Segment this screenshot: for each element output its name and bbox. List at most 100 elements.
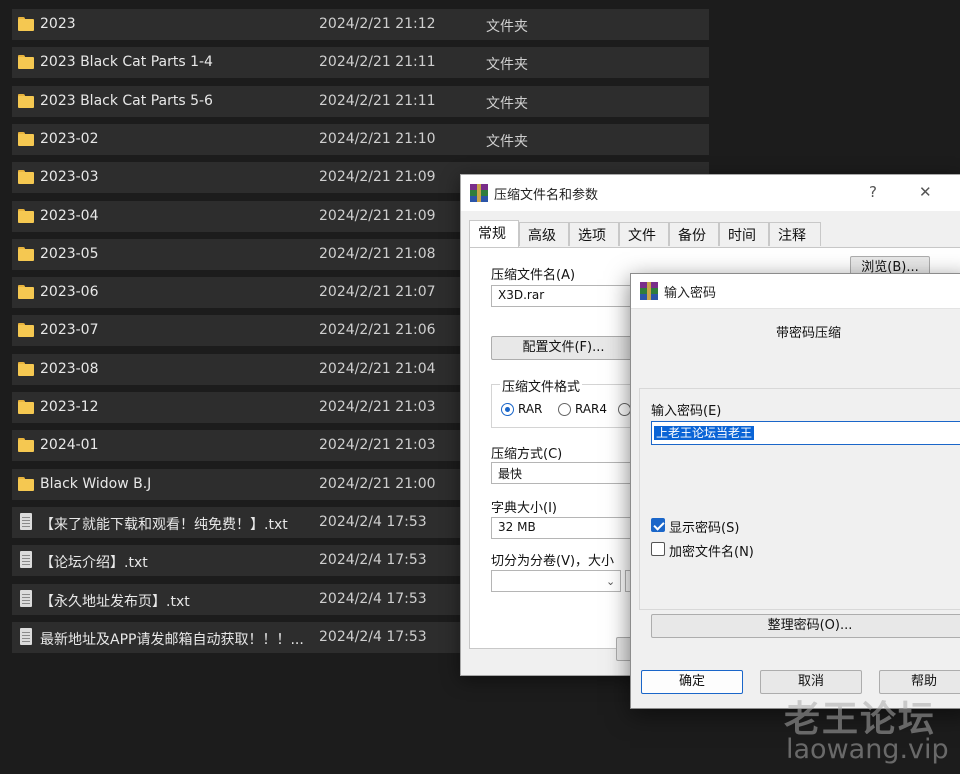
item-name: 【永久地址发布页】.txt [40, 594, 190, 610]
item-date: 2024/2/4 17:53 [319, 629, 427, 645]
folder-icon [18, 17, 34, 31]
archive-dialog-titlebar[interactable]: 压缩文件名和参数 ? ✕ [461, 175, 960, 211]
password-input-text: 上老王论坛当老王 [654, 426, 755, 440]
profile-button[interactable]: 配置文件(F)... [491, 336, 636, 360]
folder-icon [18, 132, 34, 146]
folder-icon [18, 94, 34, 108]
folder-icon [18, 55, 34, 69]
tab-backup[interactable]: 备份 [669, 222, 719, 246]
tab-options[interactable]: 选项 [569, 222, 619, 246]
archive-name-input[interactable]: X3D.rar [491, 285, 651, 307]
item-date: 2024/2/21 21:11 [319, 54, 436, 70]
item-date: 2024/2/21 21:08 [319, 246, 436, 262]
chevron-down-icon[interactable]: ⌄ [606, 575, 615, 588]
item-name: 2023 Black Cat Parts 5-6 [40, 93, 213, 109]
password-label: 输入密码(E) [651, 404, 722, 419]
item-name: 2023-05 [40, 246, 99, 262]
password-heading: 带密码压缩 [776, 326, 842, 341]
split-volume-select[interactable] [491, 570, 621, 592]
password-input[interactable]: 上老王论坛当老王 [651, 421, 960, 445]
folder-icon [18, 323, 34, 337]
archive-name-label: 压缩文件名(A) [491, 268, 576, 283]
item-name: 2023-02 [40, 131, 99, 147]
item-name: 2023-03 [40, 169, 99, 185]
item-date: 2024/2/21 21:03 [319, 399, 436, 415]
folder-row[interactable]: 2023 Black Cat Parts 1-4 2024/2/21 21:11 文… [12, 47, 709, 78]
item-date: 2024/2/4 17:53 [319, 591, 427, 607]
item-date: 2024/2/21 21:09 [319, 208, 436, 224]
ok-button[interactable]: 确定 [641, 670, 743, 694]
item-name: Black Widow B.J [40, 476, 152, 492]
format-rar-label: RAR [518, 402, 543, 416]
item-name: 2023 Black Cat Parts 1-4 [40, 54, 213, 70]
winrar-icon [640, 282, 658, 300]
dict-label: 字典大小(I) [491, 501, 557, 516]
folder-icon [18, 170, 34, 184]
folder-icon [18, 438, 34, 452]
show-password-checkbox[interactable] [651, 518, 665, 532]
show-password-label: 显示密码(S) [669, 521, 740, 536]
text-file-icon [20, 590, 32, 607]
tab-advanced[interactable]: 高级 [519, 222, 569, 246]
item-date: 2024/2/21 21:00 [319, 476, 436, 492]
item-name: 2023-07 [40, 322, 99, 338]
folder-icon [18, 209, 34, 223]
close-icon[interactable]: ✕ [919, 183, 932, 201]
item-date: 2024/2/4 17:53 [319, 514, 427, 530]
item-name: 2023-04 [40, 208, 99, 224]
item-type: 文件夹 [486, 57, 528, 73]
folder-icon [18, 285, 34, 299]
format-rar4-label: RAR4 [575, 402, 608, 416]
folder-row[interactable]: 2023 2024/2/21 21:12 文件夹 [12, 9, 709, 40]
item-type: 文件夹 [486, 134, 528, 150]
password-dialog-titlebar[interactable]: 输入密码 [631, 274, 960, 309]
encrypt-names-label: 加密文件名(N) [669, 545, 754, 560]
encrypt-names-checkbox[interactable] [651, 542, 665, 556]
tab-general[interactable]: 常规 [469, 220, 519, 247]
winrar-icon [470, 184, 488, 202]
help-icon[interactable]: ? [869, 183, 877, 201]
password-dialog: 输入密码 带密码压缩 输入密码(E) 上老王论坛当老王 显示密码(S) 加密文件… [630, 273, 960, 709]
format-label: 压缩文件格式 [500, 376, 583, 395]
organize-passwords-button[interactable]: 整理密码(O)... [651, 614, 960, 638]
item-name: 2023 [40, 16, 76, 32]
watermark-url: laowang.vip [786, 734, 949, 765]
archive-dialog-title: 压缩文件名和参数 [494, 188, 599, 203]
password-dialog-title: 输入密码 [664, 286, 717, 301]
split-label: 切分为分卷(V)，大小 [491, 554, 615, 569]
item-date: 2024/2/21 21:06 [319, 322, 436, 338]
item-name: 2023-08 [40, 361, 99, 377]
folder-icon [18, 477, 34, 491]
tab-files[interactable]: 文件 [619, 222, 669, 246]
item-date: 2024/2/21 21:11 [319, 93, 436, 109]
item-name: 2023-06 [40, 284, 99, 300]
item-type: 文件夹 [486, 96, 528, 112]
tab-time[interactable]: 时间 [719, 222, 769, 246]
item-date: 2024/2/21 21:10 [319, 131, 436, 147]
tab-comment[interactable]: 注释 [769, 222, 821, 246]
item-name: 最新地址及APP请发邮箱自动获取！！！... [40, 632, 304, 648]
item-name: 【来了就能下载和观看！纯免费！】.txt [40, 517, 288, 533]
item-name: 2024-01 [40, 437, 99, 453]
text-file-icon [20, 628, 32, 645]
item-name: 【论坛介绍】.txt [40, 555, 148, 571]
folder-row[interactable]: 2023-02 2024/2/21 21:10 文件夹 [12, 124, 709, 155]
item-date: 2024/2/21 21:12 [319, 16, 436, 32]
folder-icon [18, 400, 34, 414]
folder-icon [18, 362, 34, 376]
item-date: 2024/2/21 21:07 [319, 284, 436, 300]
text-file-icon [20, 551, 32, 568]
item-date: 2024/2/21 21:09 [319, 169, 436, 185]
method-select[interactable]: 最快 [491, 462, 651, 484]
format-rar-radio[interactable] [501, 403, 514, 416]
dict-select[interactable]: 32 MB [491, 517, 651, 539]
item-type: 文件夹 [486, 19, 528, 35]
item-name: 2023-12 [40, 399, 99, 415]
item-date: 2024/2/21 21:04 [319, 361, 436, 377]
folder-icon [18, 247, 34, 261]
folder-row[interactable]: 2023 Black Cat Parts 5-6 2024/2/21 21:11 文… [12, 86, 709, 117]
item-date: 2024/2/21 21:03 [319, 437, 436, 453]
item-date: 2024/2/4 17:53 [319, 552, 427, 568]
format-rar4-radio[interactable] [558, 403, 571, 416]
text-file-icon [20, 513, 32, 530]
